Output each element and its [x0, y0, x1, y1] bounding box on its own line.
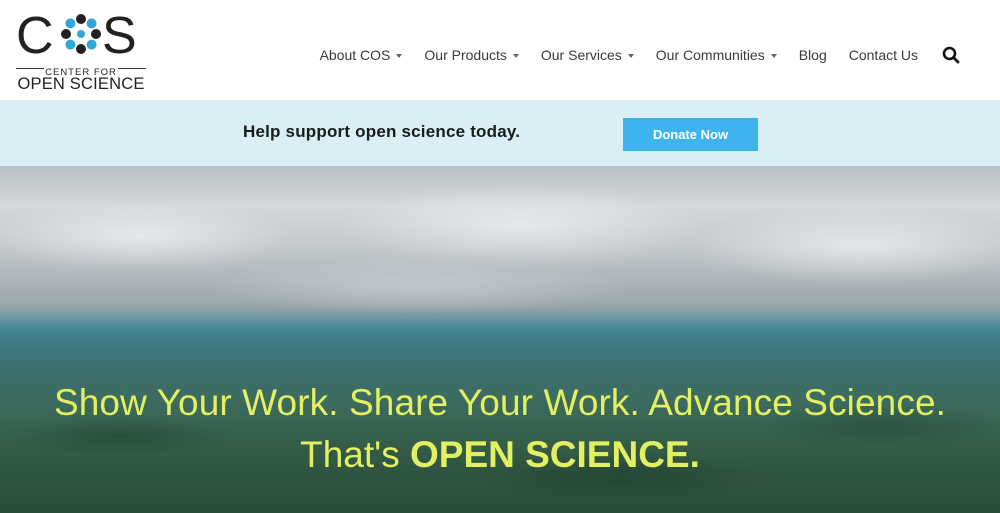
nav-our-communities[interactable]: Our Communities: [656, 47, 777, 63]
hero-tagline-bold: OPEN SCIENCE.: [409, 434, 700, 475]
chevron-down-icon: [770, 53, 777, 58]
chevron-down-icon: [396, 53, 403, 58]
chevron-down-icon: [512, 53, 519, 58]
logo-wordmark: CENTER FOR OPEN SCIENCE: [16, 62, 146, 93]
nav-label: Contact Us: [848, 47, 918, 63]
main-nav: About COS Our Products Our Services Our …: [298, 44, 960, 66]
logo-letter-s: S: [102, 8, 137, 60]
hero-banner: Show Your Work. Share Your Work. Advance…: [0, 166, 1000, 513]
search-icon: [942, 46, 960, 64]
hero-headline: Show Your Work. Share Your Work. Advance…: [53, 382, 947, 423]
donate-now-button[interactable]: Donate Now: [623, 118, 758, 151]
nav-label: About COS: [319, 47, 391, 63]
hero-tagline-prefix: That's: [300, 434, 410, 475]
site-header: C S CENTER FOR OPEN SCIENCE About COS Ou…: [0, 0, 1000, 100]
nav-about-cos[interactable]: About COS: [320, 47, 403, 63]
cos-logo-mark: C S: [16, 8, 137, 60]
nav-our-products[interactable]: Our Products: [424, 47, 519, 63]
logo-center-for: CENTER FOR: [45, 67, 117, 78]
donate-message: Help support open science today.: [243, 122, 521, 141]
donate-banner: Help support open science today. Donate …: [0, 100, 1000, 166]
search-button[interactable]: [942, 46, 960, 64]
chevron-down-icon: [627, 53, 634, 58]
hero-tagline: That's OPEN SCIENCE.: [0, 434, 1000, 476]
nav-our-services[interactable]: Our Services: [541, 47, 634, 63]
nav-blog[interactable]: Blog: [799, 47, 827, 63]
nav-label: Blog: [798, 47, 827, 63]
logo-letter-c: C: [16, 8, 54, 60]
logo-o-dots: [61, 14, 101, 54]
nav-label: Our Communities: [655, 47, 765, 63]
cos-logo[interactable]: C S CENTER FOR OPEN SCIENCE: [16, 8, 146, 93]
nav-label: Our Services: [540, 47, 622, 63]
nav-label: Our Products: [424, 47, 507, 63]
nav-contact-us[interactable]: Contact Us: [849, 47, 918, 63]
